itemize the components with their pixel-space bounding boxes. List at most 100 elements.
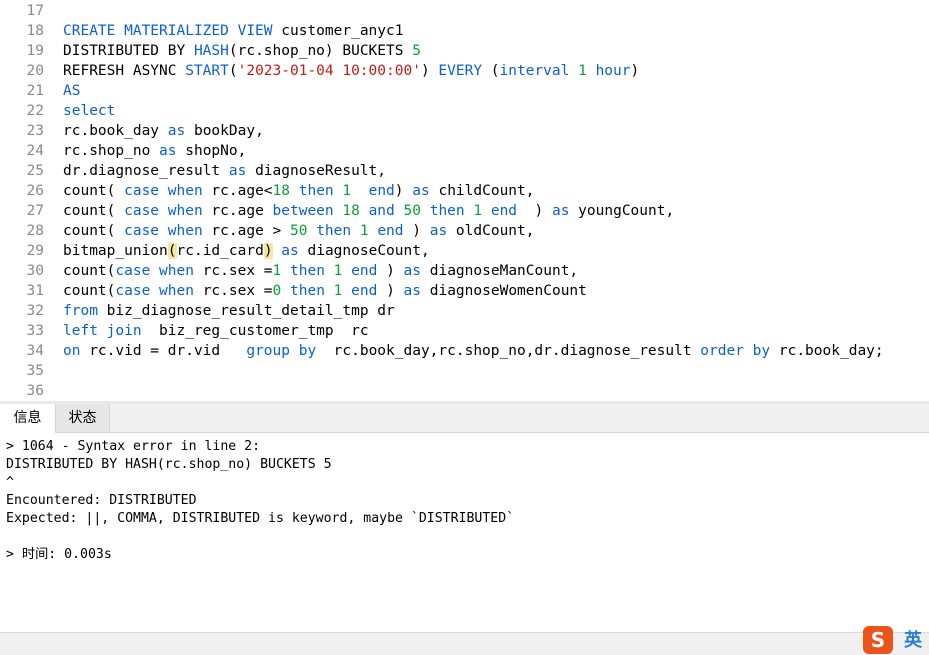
sql-text: dr.diagnose_result	[63, 163, 229, 179]
sql-keyword: end	[351, 283, 378, 299]
code-line[interactable]: 30 count(case when rc.sex =1 then 1 end )…	[0, 261, 929, 281]
sql-text: childCount,	[429, 183, 535, 199]
line-number: 28	[26, 223, 44, 239]
sql-keyword: end	[368, 183, 395, 199]
code-line[interactable]: 26 count( case when rc.age<18 then 1 end)…	[0, 181, 929, 201]
status-bar	[0, 632, 929, 655]
code-line[interactable]: 19 DISTRIBUTED BY HASH(rc.shop_no) BUCKET…	[0, 41, 929, 61]
output-line: DISTRIBUTED BY HASH(rc.shop_no) BUCKETS …	[6, 457, 332, 472]
line-number: 34	[26, 343, 44, 359]
sql-text: rc.book_day,rc.shop_no,dr.diagnose_resul…	[316, 343, 701, 359]
sql-keyword: as	[429, 223, 448, 239]
tab-info[interactable]: 信息	[0, 404, 56, 433]
code-text: CREATE MATERIALIZED VIEW customer_anyc1	[63, 21, 403, 41]
output-line: ^	[6, 475, 14, 490]
sql-text: diagnoseCount,	[298, 243, 430, 259]
code-line[interactable]: 27 count( case when rc.age between 18 and…	[0, 201, 929, 221]
code-line[interactable]: 32 from biz_diagnose_result_detail_tmp dr	[0, 301, 929, 321]
sql-keyword: case	[115, 283, 151, 299]
sql-text: customer_anyc1	[272, 23, 404, 39]
code-text: select	[63, 101, 115, 121]
line-number: 17	[26, 3, 44, 19]
sql-text: (	[228, 63, 238, 79]
code-line[interactable]: 28 count( case when rc.age > 50 then 1 en…	[0, 221, 929, 241]
code-line[interactable]: 23 rc.book_day as bookDay,	[0, 121, 929, 141]
sql-text: REFRESH ASYNC	[63, 63, 186, 79]
sql-text: count(	[63, 183, 125, 199]
code-line[interactable]: 35	[0, 361, 929, 381]
sql-text: bookDay,	[185, 123, 264, 139]
ime-language-indicator[interactable]: 英	[900, 628, 926, 654]
output-line: > 时间: 0.003s	[6, 547, 112, 562]
code-text: rc.book_day as bookDay,	[63, 121, 264, 141]
line-number: 22	[26, 103, 44, 119]
code-line[interactable]: 33 left join biz_reg_customer_tmp rc	[0, 321, 929, 341]
code-line[interactable]: 22 select	[0, 101, 929, 121]
sql-keyword: as	[403, 283, 422, 299]
sql-keyword: end	[490, 203, 518, 219]
code-line[interactable]: 24 rc.shop_no as shopNo,	[0, 141, 929, 161]
line-number: 20	[26, 63, 44, 79]
code-line[interactable]: 36	[0, 381, 929, 401]
sql-text: )	[517, 203, 552, 219]
sql-number: 1	[473, 203, 483, 219]
sql-keyword: interval	[499, 63, 570, 79]
sql-keyword: then	[316, 223, 352, 239]
result-tab-bar: 信息 状态	[0, 404, 929, 433]
code-text: count( case when rc.age between 18 and 5…	[63, 201, 674, 221]
sql-keyword: as	[281, 243, 299, 259]
code-text: REFRESH ASYNC START('2023-01-04 10:00:00…	[63, 61, 639, 81]
code-text: count( case when rc.age > 50 then 1 end …	[63, 221, 535, 241]
output-line: > 1064 - Syntax error in line 2:	[6, 439, 261, 454]
bracket-match-highlight: (	[167, 243, 177, 259]
sql-text: rc.sex =	[193, 263, 273, 279]
sogou-ime-icon[interactable]: S	[863, 626, 893, 654]
line-number: 29	[26, 243, 44, 259]
tab-status[interactable]: 状态	[56, 404, 110, 432]
sql-number: 1	[578, 63, 587, 79]
sql-keyword: left join	[63, 323, 142, 339]
line-number: 18	[26, 23, 44, 39]
sql-keyword: group by	[246, 343, 317, 359]
code-line[interactable]: 20 REFRESH ASYNC START('2023-01-04 10:00:…	[0, 61, 929, 81]
sql-text: diagnoseManCount,	[421, 263, 579, 279]
line-number: 23	[26, 123, 44, 139]
sql-number: 1	[342, 183, 352, 199]
sql-keyword: as	[551, 203, 570, 219]
code-line[interactable]: 34 on rc.vid = dr.vid group by rc.book_da…	[0, 341, 929, 361]
message-output: > 1064 - Syntax error in line 2: DISTRIB…	[0, 433, 929, 631]
sql-number: 18	[342, 203, 360, 219]
sql-keyword: when	[167, 183, 203, 199]
sql-number: 50	[403, 203, 421, 219]
code-text: rc.shop_no as shopNo,	[63, 141, 246, 161]
sql-text: rc.age<	[202, 183, 273, 199]
code-text: left join biz_reg_customer_tmp rc	[63, 321, 369, 341]
sql-text: oldCount,	[447, 223, 535, 239]
output-line: Encountered: DISTRIBUTED	[6, 493, 197, 508]
code-line[interactable]: 21 AS	[0, 81, 929, 101]
sql-keyword: HASH	[193, 43, 229, 59]
sql-keyword: when	[159, 283, 194, 299]
code-text: DISTRIBUTED BY HASH(rc.shop_no) BUCKETS …	[63, 41, 421, 61]
sql-editor[interactable]: 17 18 CREATE MATERIALIZED VIEW customer_an…	[0, 0, 929, 401]
sql-text: biz_diagnose_result_detail_tmp dr	[97, 303, 395, 319]
sql-text: youngCount,	[569, 203, 675, 219]
code-line[interactable]: 29 bitmap_union(rc.id_card) as diagnoseCo…	[0, 241, 929, 261]
code-line[interactable]: 31 count(case when rc.sex =0 then 1 end )…	[0, 281, 929, 301]
code-line[interactable]: 17	[0, 1, 929, 21]
line-number: 31	[26, 283, 44, 299]
sql-text: rc.vid = dr.vid	[80, 343, 247, 359]
line-number: 30	[26, 263, 44, 279]
code-line[interactable]: 25 dr.diagnose_result as diagnoseResult,	[0, 161, 929, 181]
code-line[interactable]: 18 CREATE MATERIALIZED VIEW customer_anyc…	[0, 21, 929, 41]
sql-keyword: EVERY	[438, 63, 483, 79]
sql-keyword: when	[167, 223, 203, 239]
